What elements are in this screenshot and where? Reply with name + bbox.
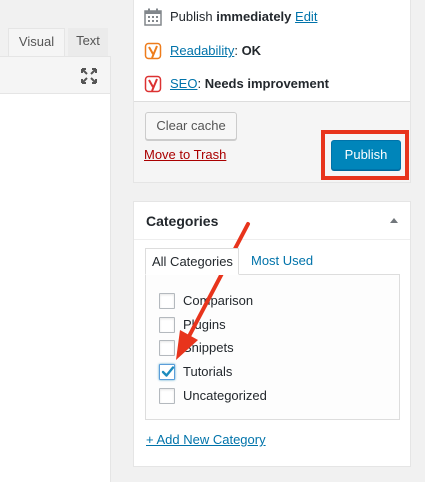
- publish-schedule-label: Publish: [170, 9, 217, 24]
- categories-header: Categories: [134, 202, 410, 240]
- checkmark-icon: [161, 366, 175, 377]
- yoast-seo-icon: [144, 75, 162, 93]
- calendar-icon: [144, 8, 162, 26]
- category-checkbox[interactable]: [159, 317, 175, 333]
- editor-area: Visual Text: [0, 0, 111, 482]
- publish-button[interactable]: Publish: [331, 140, 401, 170]
- tab-visual[interactable]: Visual: [8, 28, 65, 56]
- seo-separator: :: [197, 76, 205, 91]
- clear-cache-button[interactable]: Clear cache: [145, 112, 237, 140]
- move-to-trash-link[interactable]: Move to Trash: [144, 147, 226, 162]
- edit-schedule-link[interactable]: Edit: [295, 9, 317, 24]
- seo-link[interactable]: SEO: [170, 76, 197, 91]
- categories-title: Categories: [146, 213, 219, 229]
- add-new-category-link[interactable]: + Add New Category: [146, 432, 266, 447]
- editor-toolbar: [0, 56, 111, 94]
- category-label[interactable]: Plugins: [183, 316, 226, 334]
- readability-separator: :: [234, 43, 242, 58]
- category-checkbox-checked[interactable]: [159, 364, 175, 380]
- publish-schedule-value: immediately: [216, 9, 292, 24]
- readability-link[interactable]: Readability: [170, 43, 234, 58]
- readability-status: OK: [241, 43, 262, 58]
- tab-most-used[interactable]: Most Used: [251, 248, 313, 275]
- editor-content-area[interactable]: [0, 94, 111, 482]
- expand-icon[interactable]: [80, 67, 98, 85]
- category-checkbox[interactable]: [159, 388, 175, 404]
- collapse-toggle-icon[interactable]: [390, 218, 398, 223]
- editor-tabs: Visual Text: [0, 0, 111, 56]
- yoast-readability-icon: [144, 42, 162, 60]
- category-label[interactable]: Tutorials: [183, 363, 232, 381]
- category-checklist: Comparison Plugins Snippets Tutorials Un…: [145, 274, 400, 420]
- seo-status: Needs improvement: [204, 76, 329, 91]
- category-label[interactable]: Uncategorized: [183, 387, 267, 405]
- category-label[interactable]: Snippets: [183, 339, 234, 357]
- tab-text[interactable]: Text: [68, 28, 108, 56]
- category-label[interactable]: Comparison: [183, 292, 253, 310]
- categories-box: Categories All Categories Most Used Comp…: [133, 201, 411, 467]
- tab-all-categories[interactable]: All Categories: [145, 248, 239, 275]
- category-checkbox[interactable]: [159, 340, 175, 356]
- category-checkbox[interactable]: [159, 293, 175, 309]
